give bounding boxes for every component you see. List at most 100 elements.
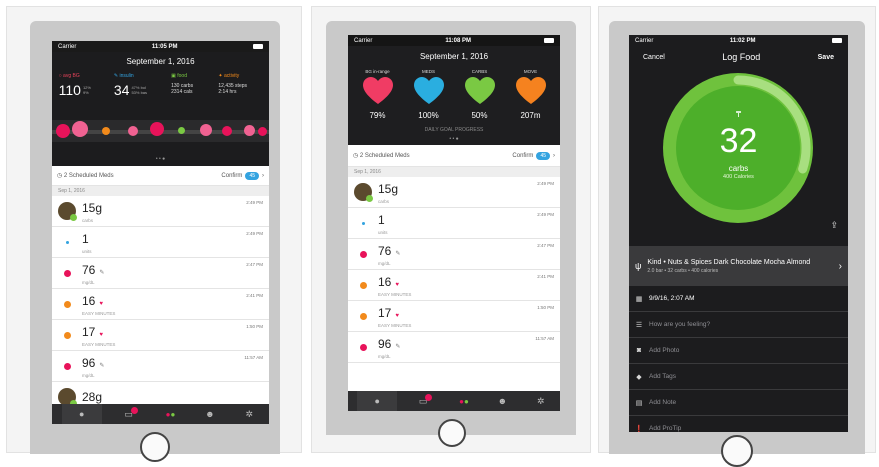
home-button[interactable] [140,432,170,462]
save-button[interactable]: Save [818,54,834,61]
entry-time: 2:49 PM [246,231,263,236]
food-avatar-icon [58,202,77,221]
entry-dot-icon [354,343,372,351]
list-item[interactable]: 15g carbs 2:49 PM [348,177,560,208]
log-option-text: Add Note [649,399,677,406]
heart-icon: ♥ [395,313,399,319]
timeline-band[interactable] [52,120,269,142]
phone-frame: Carrier 11:02 PM Cancel Log Food Save ₸ … [609,21,865,467]
scheduled-label: 2 Scheduled Meds [359,153,410,159]
home-button[interactable] [721,435,753,467]
goal-label: MEDS [421,69,435,74]
tab-profile[interactable]: ● [61,404,102,424]
log-option-text: How are you feeling? [649,321,711,328]
camera-icon: ◙ [636,347,642,354]
list-item[interactable]: 17 ♥ EASY MINUTES 1:50 PM [348,301,560,332]
entry-time: 2:47 PM [246,262,263,267]
entry-dot-icon [58,240,76,244]
entry-value: 96 [82,356,96,370]
food-icon: ▣ [171,73,176,79]
share-icon[interactable]: ⇪ [830,220,838,231]
entry-value: 28g [82,389,103,404]
entry-unit: EASY MINUTES [82,311,116,316]
entry-time: 2:49 PM [537,212,554,217]
food-avatar-icon [354,183,373,202]
phone-screen: Carrier 11:05 PM September 1, 2016 ○ avg… [52,41,269,424]
heart-icon: ♥ [395,282,399,288]
carrier-label: Carrier [354,37,373,44]
list-item[interactable]: 15g carbs 2:49 PM [52,196,269,227]
page-indicator: • • ● [155,156,166,162]
screenshot-panel-3: Carrier 11:02 PM Cancel Log Food Save ₸ … [598,6,876,467]
section-header: Sep 1, 2016 [52,186,269,196]
tab-settings[interactable]: ✲ [531,391,551,411]
log-option-row[interactable]: ▦ 9/9/16, 2:07 AM [629,286,848,312]
tab-community[interactable]: ☻ [492,391,512,411]
log-option-row[interactable]: ◆ Add Tags [629,364,848,390]
food-item-row[interactable]: ψ Kind • Nuts & Spices Dark Chocolate Mo… [629,246,848,286]
tab-community[interactable]: ☻ [200,404,220,424]
food-name: Kind • Nuts & Spices Dark Chocolate Moch… [647,259,811,266]
log-option-row[interactable]: ☰ How are you feeling? [629,312,848,338]
list-item[interactable]: 76 ✎ mg/dL 2:47 PM [52,258,269,289]
list-item[interactable]: 76 ✎ mg/dL 2:47 PM [348,239,560,270]
stat-sub: 47% bol 53% bas [131,85,148,95]
log-option-text: Add Tags [649,373,676,380]
chevron-right-icon: › [262,172,264,179]
page-indicator: • • ● [449,136,459,142]
tab-dashboard[interactable]: ●● [160,404,180,424]
tab-dashboard[interactable]: ●● [454,391,474,411]
goal-item[interactable]: MOVE 207m [508,69,554,120]
nav-bar: Cancel Log Food Save [629,46,848,68]
entry-value: 1 [82,232,89,246]
cancel-button[interactable]: Cancel [643,54,665,61]
confirm-label: Confirm [221,172,243,179]
heart-icon: ♥ [99,301,103,307]
timeline-dot [56,124,70,138]
goal-item[interactable]: MEDS 100% [406,69,452,120]
entry-time: 11:57 AM [535,336,554,341]
tag-icon: ◆ [636,373,642,381]
status-bar: Carrier 11:05 PM [52,41,269,52]
list-item[interactable]: 96 ✎ mg/dL 11:57 AM [52,351,269,382]
entry-unit: EASY MINUTES [378,323,412,328]
entry-value: 96 [378,337,392,351]
list-item[interactable]: 1 units 2:49 PM [348,208,560,239]
tab-log[interactable]: ▭ [416,391,436,411]
stats-row: ○ avg BG 110 12% 9% ✎ insulin 34 47% bol 5… [52,66,269,98]
goal-caption: DAILY GOAL PROGRESS [424,127,484,133]
list-item[interactable]: 1 units 2:49 PM [52,227,269,258]
goal-item[interactable]: CARBS 50% [457,69,503,120]
list-item[interactable]: 16 ♥ EASY MINUTES 2:41 PM [348,270,560,301]
tab-profile[interactable]: ● [357,391,398,411]
timeline-dot [178,127,185,134]
phone-screen: Carrier 11:02 PM Cancel Log Food Save ₸ … [629,35,848,432]
home-button[interactable] [438,419,466,447]
entry-time: 1:50 PM [246,324,263,329]
entry-dot-icon [58,331,76,339]
utensils-icon: ψ [635,261,642,271]
entry-dot-icon [58,362,76,370]
list-item[interactable]: 17 ♥ EASY MINUTES 1:50 PM [52,320,269,351]
log-option-row[interactable]: ▤ Add Note [629,390,848,416]
stat-value: 110 [58,82,81,98]
status-bar: Carrier 11:02 PM [629,35,848,46]
list-item[interactable]: 96 ✎ mg/dL 11:57 AM [348,332,560,363]
timeline-dot [200,124,212,136]
status-bar: Carrier 11:08 PM [348,35,560,46]
scheduled-meds-row[interactable]: ◷ 2 Scheduled Meds Confirm 45 › [52,166,269,186]
tab-log[interactable]: ▭ [121,404,141,424]
carrier-label: Carrier [58,43,77,50]
log-option-row[interactable]: ◙ Add Photo [629,338,848,364]
log-option-row[interactable]: ❗ Add ProTip [629,416,848,432]
entry-time: 1:50 PM [537,305,554,310]
stat-sub: 12,435 steps 2:14 hrs [218,83,248,95]
list-item[interactable]: 16 ♥ EASY MINUTES 2:41 PM [52,289,269,320]
scheduled-meds-row[interactable]: ◷ 2 Scheduled Meds Confirm 45 › [348,145,560,167]
entry-time: 2:41 PM [537,274,554,279]
tab-settings[interactable]: ✲ [239,404,259,424]
stat-label: avg BG [63,73,80,79]
goal-item[interactable]: BG in-range 79% [355,69,401,120]
tab-bar: ● ▭ ●● ☻ ✲ [52,404,269,424]
goal-label: MOVE [523,69,538,74]
